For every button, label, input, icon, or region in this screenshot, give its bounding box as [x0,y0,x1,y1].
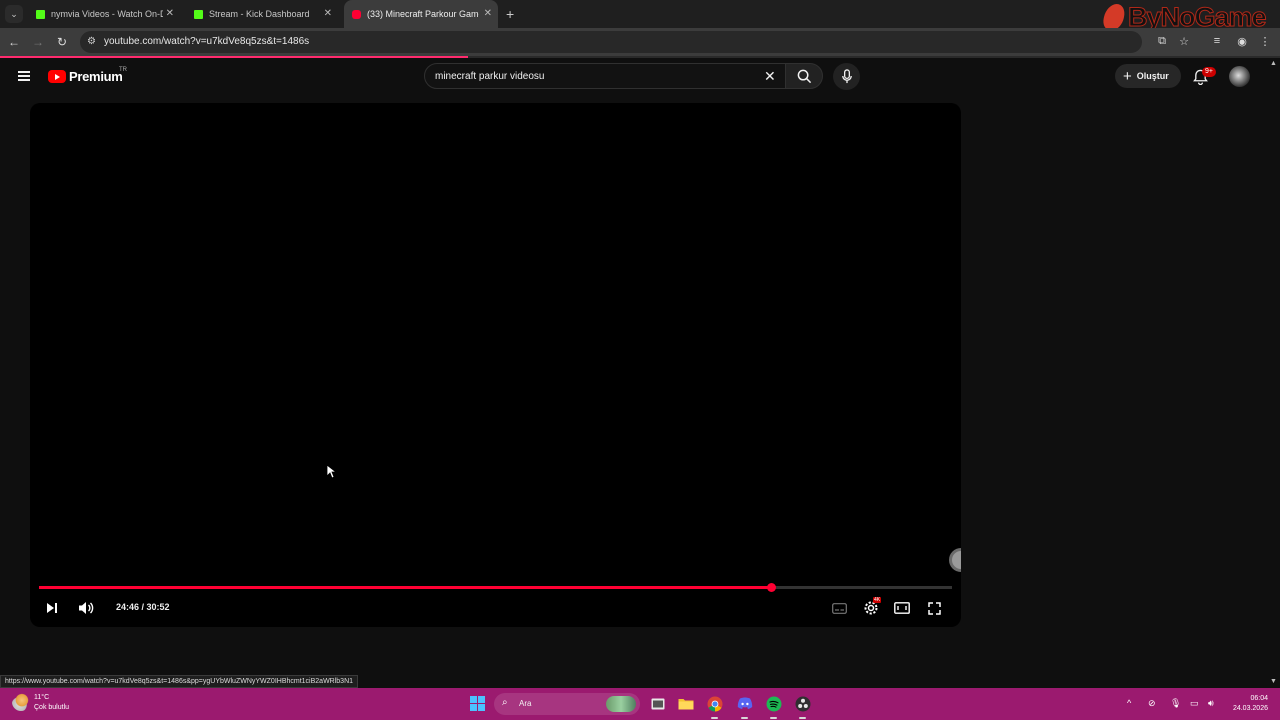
search-input[interactable]: minecraft parkur videosu ✕ [424,63,786,89]
tab-title: Stream - Kick Dashboard [209,9,310,19]
volume-icon [79,602,94,614]
system-clock[interactable]: 06:04 24.03.2026 [1228,694,1268,714]
site-info-icon[interactable]: ⚙ [87,36,96,47]
kick-icon [36,9,45,19]
youtube-header: Premium TR minecraft parkur videosu ✕ + … [0,58,1268,98]
tab-kick-dashboard[interactable]: Stream - Kick Dashboard ✕ [186,0,338,28]
windows-taskbar: 11°C Çok bulutlu ⌕ Ara ^ ⊘ 🎙︎ ▭ 🔊︎ 06:04… [0,688,1280,720]
clear-search-icon[interactable]: ✕ [764,68,776,85]
create-label: Oluştur [1136,71,1169,81]
obs-icon[interactable] [794,695,811,712]
chrome-icon[interactable] [706,695,723,712]
tab-title: nymvia Videos - Watch On-Dem [51,9,163,19]
browser-toolbar: ← → ↻ ⚙ youtube.com/watch?v=u7kdVe8q5zs&… [0,28,1280,56]
search-icon: ⌕ [502,697,508,708]
search-icon [797,69,811,83]
microphone-icon [841,69,852,84]
youtube-icon [352,9,361,19]
reload-icon[interactable]: ↻ [54,35,70,49]
menu-icon[interactable] [18,71,30,81]
obs-running-indicator [799,717,806,719]
file-explorer-icon[interactable] [677,695,694,712]
taskbar-search[interactable]: ⌕ Ara [494,693,640,715]
scroll-up-arrow-icon[interactable]: ▲ [1270,60,1277,67]
kick-icon [194,9,203,19]
weather-temperature[interactable]: 11°C [34,694,49,701]
close-icon[interactable]: ✕ [166,8,174,19]
discord-running-indicator [741,717,748,719]
region-code: TR [119,67,127,73]
clock-time: 06:04 [1250,695,1268,702]
theater-icon [894,602,910,614]
display-icon[interactable]: ▭ [1190,698,1199,709]
taskbar-search-label: Ara [519,699,532,708]
volume-button[interactable] [77,600,95,616]
close-icon[interactable]: ✕ [484,8,492,19]
spotify-icon[interactable] [765,695,782,712]
play-next-icon [47,603,57,613]
search-button[interactable] [785,63,823,89]
weather-description[interactable]: Çok bulutlu [34,704,69,711]
voice-search-button[interactable] [833,63,860,90]
windows-start-icon[interactable] [470,696,485,711]
progress-bar[interactable] [39,583,952,592]
notification-count-badge: 9+ [1202,67,1216,77]
create-button[interactable]: + Oluştur [1115,64,1181,88]
settings-button[interactable]: 4K [861,597,882,617]
tab-search-button[interactable]: ⌄ [5,5,23,23]
new-tab-button[interactable]: + [506,6,514,22]
subtitles-button[interactable] [830,600,848,616]
browser-menu-icon[interactable]: ⋮ [1258,35,1272,48]
theater-mode-button[interactable] [893,600,911,616]
fullscreen-button[interactable] [925,600,943,616]
logo-text: Premium [69,69,123,84]
status-bar-url: https://www.youtube.com/watch?v=u7kdVe8q… [0,675,359,688]
video-player[interactable]: 24:46 / 30:52 4K [30,103,961,627]
show-hidden-icons-chevron-icon[interactable]: ^ [1127,698,1131,708]
address-url[interactable]: youtube.com/watch?v=u7kdVe8q5zs&t=1486s [104,36,309,47]
play-button[interactable] [44,600,60,616]
profile-icon[interactable]: ◉ [1235,35,1249,48]
search-highlight-image [606,696,636,712]
page-scrollbar[interactable]: ▲ ▼ [1268,58,1280,688]
avatar[interactable] [1229,66,1250,87]
plus-icon: + [1123,67,1132,85]
task-view-icon[interactable] [649,695,666,712]
install-app-icon[interactable]: ⧉ [1155,35,1169,48]
spotify-running-indicator [770,717,777,719]
forward-arrow-icon[interactable]: → [30,35,46,49]
chrome-active-indicator [711,717,718,719]
address-bar[interactable]: ⚙ youtube.com/watch?v=u7kdVe8q5zs&t=1486… [80,31,1142,53]
media-control-icon[interactable]: ≡ [1210,35,1224,47]
discord-icon[interactable] [736,695,753,712]
clock-date: 24.03.2026 [1232,705,1268,712]
scrubber-handle[interactable] [767,583,777,592]
search-query[interactable]: minecraft parkur videosu [435,71,545,82]
quality-badge: 4K [873,597,882,603]
close-icon[interactable]: ✕ [324,8,332,19]
bynogame-logo-icon [1101,4,1127,30]
microphone-tray-icon[interactable]: 🎙︎ [1170,698,1181,709]
mouse-cursor-icon [326,464,336,479]
back-arrow-icon[interactable]: ← [6,35,22,49]
tab-kick-videos[interactable]: nymvia Videos - Watch On-Dem ✕ [28,0,180,28]
youtube-premium-logo[interactable]: Premium [48,69,123,84]
browser-tab-strip: ⌄ nymvia Videos - Watch On-Dem ✕ Stream … [0,0,1280,32]
tab-title: (33) Minecraft Parkour Gameplay [367,9,479,19]
network-icon[interactable]: ⊘ [1148,698,1156,709]
tab-youtube-active[interactable]: (33) Minecraft Parkour Gameplay ✕ [344,0,498,28]
speaker-icon[interactable]: 🔊︎ [1208,698,1214,709]
bookmark-star-icon[interactable]: ☆ [1177,35,1191,48]
weather-cloudy-icon[interactable] [12,693,30,711]
youtube-play-logo-icon [48,70,66,83]
side-panel-handle[interactable] [949,548,961,572]
captions-icon [831,602,847,614]
fullscreen-icon [927,601,941,615]
scroll-down-arrow-icon[interactable]: ▼ [1270,678,1277,685]
time-display: 24:46 / 30:52 [116,602,170,612]
progress-played [39,586,772,589]
